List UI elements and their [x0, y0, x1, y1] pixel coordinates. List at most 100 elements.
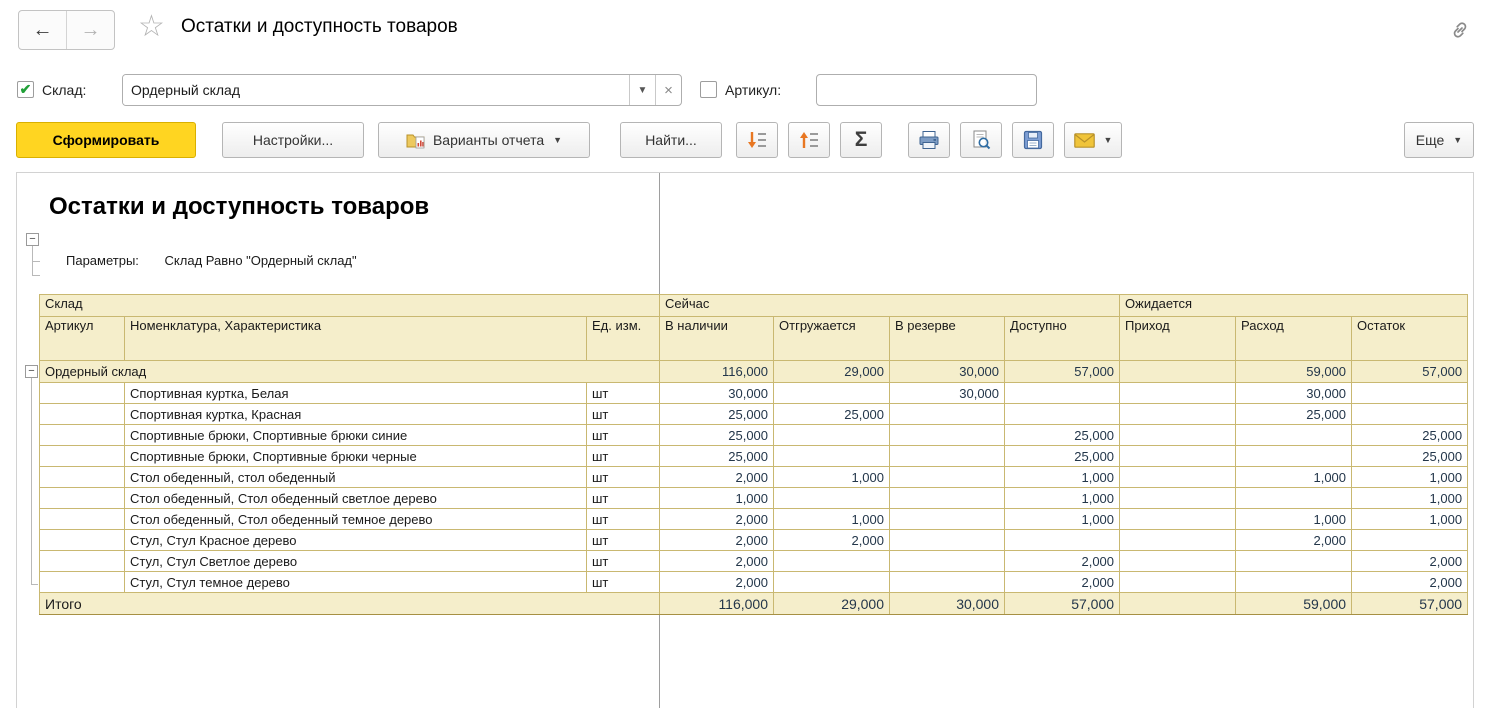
- value-cell-6[interactable]: 25,000: [1352, 446, 1468, 467]
- value-cell-5[interactable]: [1236, 425, 1352, 446]
- artikul-cell[interactable]: [40, 488, 125, 509]
- value-cell-3[interactable]: 2,000: [1005, 551, 1120, 572]
- value-cell-6[interactable]: 1,000: [1352, 509, 1468, 530]
- table-row[interactable]: Стол обеденный, Стол обеденный светлое д…: [40, 488, 1468, 509]
- header-in-stock[interactable]: В наличии: [660, 317, 774, 361]
- total-value-cell-5[interactable]: 59,000: [1236, 593, 1352, 615]
- header-incoming[interactable]: Приход: [1120, 317, 1236, 361]
- group-value-cell-1[interactable]: 29,000: [774, 361, 890, 383]
- value-cell-2[interactable]: [890, 509, 1005, 530]
- nomenclature-cell[interactable]: Стол обеденный, Стол обеденный светлое д…: [125, 488, 587, 509]
- artikul-cell[interactable]: [40, 551, 125, 572]
- sklad-clear-button[interactable]: ×: [655, 75, 681, 105]
- header-balance[interactable]: Остаток: [1352, 317, 1468, 361]
- value-cell-4[interactable]: [1120, 467, 1236, 488]
- value-cell-3[interactable]: 1,000: [1005, 467, 1120, 488]
- value-cell-6[interactable]: 25,000: [1352, 425, 1468, 446]
- value-cell-4[interactable]: [1120, 488, 1236, 509]
- group-name-cell[interactable]: Ордерный склад: [40, 361, 660, 383]
- unit-cell[interactable]: шт: [587, 467, 660, 488]
- artikul-cell[interactable]: [40, 467, 125, 488]
- header-nomenclature[interactable]: Номенклатура, Характеристика: [125, 317, 587, 361]
- header-artikul[interactable]: Артикул: [40, 317, 125, 361]
- find-button[interactable]: Найти...: [620, 122, 722, 158]
- totals-button[interactable]: Σ: [840, 122, 882, 158]
- value-cell-1[interactable]: 1,000: [774, 467, 890, 488]
- group-value-cell-4[interactable]: [1120, 361, 1236, 383]
- header-group-sklad[interactable]: Склад: [40, 295, 660, 317]
- table-row[interactable]: Спортивные брюки, Спортивные брюки черны…: [40, 446, 1468, 467]
- nomenclature-cell[interactable]: Стол обеденный, стол обеденный: [125, 467, 587, 488]
- warehouse-group-row[interactable]: Ордерный склад116,00029,00030,00057,0005…: [40, 361, 1468, 383]
- value-cell-2[interactable]: [890, 572, 1005, 593]
- header-group-now[interactable]: Сейчас: [660, 295, 1120, 317]
- nomenclature-cell[interactable]: Стул, Стул Светлое дерево: [125, 551, 587, 572]
- collapse-groups-button[interactable]: [788, 122, 830, 158]
- unit-cell[interactable]: шт: [587, 404, 660, 425]
- value-cell-2[interactable]: [890, 425, 1005, 446]
- value-cell-5[interactable]: 2,000: [1236, 530, 1352, 551]
- value-cell-2[interactable]: [890, 467, 1005, 488]
- sklad-dropdown-button[interactable]: ▼: [629, 75, 655, 105]
- nomenclature-cell[interactable]: Спортивная куртка, Белая: [125, 383, 587, 404]
- value-cell-1[interactable]: 1,000: [774, 509, 890, 530]
- unit-cell[interactable]: шт: [587, 509, 660, 530]
- value-cell-0[interactable]: 2,000: [660, 530, 774, 551]
- warehouse-group-collapse-toggle[interactable]: −: [25, 365, 38, 378]
- total-value-cell-4[interactable]: [1120, 593, 1236, 615]
- total-value-cell-1[interactable]: 29,000: [774, 593, 890, 615]
- value-cell-4[interactable]: [1120, 404, 1236, 425]
- table-row[interactable]: Стул, Стул темное деревошт2,0002,0002,00…: [40, 572, 1468, 593]
- nomenclature-cell[interactable]: Спортивные брюки, Спортивные брюки черны…: [125, 446, 587, 467]
- table-row[interactable]: Стул, Стул Светлое деревошт2,0002,0002,0…: [40, 551, 1468, 572]
- value-cell-5[interactable]: 30,000: [1236, 383, 1352, 404]
- value-cell-2[interactable]: [890, 404, 1005, 425]
- value-cell-6[interactable]: 2,000: [1352, 572, 1468, 593]
- value-cell-0[interactable]: 2,000: [660, 551, 774, 572]
- value-cell-5[interactable]: [1236, 446, 1352, 467]
- preview-button[interactable]: [960, 122, 1002, 158]
- sklad-input[interactable]: [123, 75, 629, 105]
- value-cell-4[interactable]: [1120, 383, 1236, 404]
- table-row[interactable]: Стол обеденный, Стол обеденный темное де…: [40, 509, 1468, 530]
- value-cell-3[interactable]: 25,000: [1005, 446, 1120, 467]
- value-cell-0[interactable]: 25,000: [660, 446, 774, 467]
- value-cell-4[interactable]: [1120, 530, 1236, 551]
- get-link-button[interactable]: [1446, 16, 1474, 44]
- value-cell-5[interactable]: 1,000: [1236, 467, 1352, 488]
- unit-cell[interactable]: шт: [587, 425, 660, 446]
- value-cell-0[interactable]: 25,000: [660, 404, 774, 425]
- value-cell-2[interactable]: [890, 551, 1005, 572]
- value-cell-0[interactable]: 25,000: [660, 425, 774, 446]
- value-cell-2[interactable]: [890, 488, 1005, 509]
- value-cell-3[interactable]: [1005, 530, 1120, 551]
- table-row[interactable]: Спортивная куртка, Краснаяшт25,00025,000…: [40, 404, 1468, 425]
- value-cell-4[interactable]: [1120, 446, 1236, 467]
- nomenclature-cell[interactable]: Спортивные брюки, Спортивные брюки синие: [125, 425, 587, 446]
- table-row[interactable]: Стол обеденный, стол обеденныйшт2,0001,0…: [40, 467, 1468, 488]
- value-cell-6[interactable]: [1352, 530, 1468, 551]
- value-cell-4[interactable]: [1120, 509, 1236, 530]
- table-row[interactable]: Спортивные брюки, Спортивные брюки синие…: [40, 425, 1468, 446]
- back-button[interactable]: ←: [19, 11, 67, 49]
- total-row[interactable]: Итого116,00029,00030,00057,00059,00057,0…: [40, 593, 1468, 615]
- generate-report-button[interactable]: Сформировать: [16, 122, 196, 158]
- value-cell-1[interactable]: [774, 383, 890, 404]
- nomenclature-cell[interactable]: Стул, Стул темное дерево: [125, 572, 587, 593]
- header-outgoing[interactable]: Расход: [1236, 317, 1352, 361]
- group-value-cell-5[interactable]: 59,000: [1236, 361, 1352, 383]
- parameters-collapse-toggle[interactable]: −: [26, 233, 39, 246]
- value-cell-1[interactable]: [774, 446, 890, 467]
- value-cell-0[interactable]: 1,000: [660, 488, 774, 509]
- total-value-cell-2[interactable]: 30,000: [890, 593, 1005, 615]
- value-cell-1[interactable]: 25,000: [774, 404, 890, 425]
- total-value-cell-6[interactable]: 57,000: [1352, 593, 1468, 615]
- header-shipping[interactable]: Отгружается: [774, 317, 890, 361]
- send-mail-button[interactable]: ▼: [1064, 122, 1122, 158]
- value-cell-4[interactable]: [1120, 572, 1236, 593]
- header-unit[interactable]: Ед. изм.: [587, 317, 660, 361]
- value-cell-2[interactable]: 30,000: [890, 383, 1005, 404]
- total-value-cell-0[interactable]: 116,000: [660, 593, 774, 615]
- value-cell-1[interactable]: [774, 551, 890, 572]
- artikul-cell[interactable]: [40, 572, 125, 593]
